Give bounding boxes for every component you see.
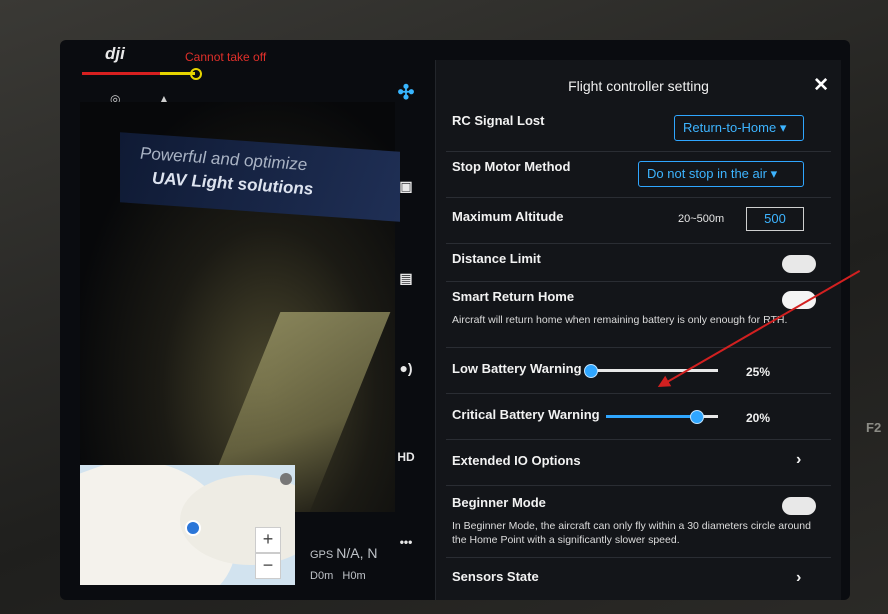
low-battery-slider[interactable] bbox=[584, 364, 718, 378]
max-altitude-range: 20~500m bbox=[678, 213, 725, 225]
gps-label: GPS bbox=[310, 549, 334, 561]
camera-icon[interactable]: ▣ bbox=[394, 178, 418, 195]
beginner-mode-row: Beginner Mode In Beginner Mode, the airc… bbox=[446, 485, 831, 558]
gps-readout: GPS N/A, N bbox=[310, 545, 378, 561]
low-battery-row: Low Battery Warning 25% bbox=[446, 347, 831, 394]
distance-limit-toggle[interactable] bbox=[782, 255, 816, 273]
chevron-right-icon: › bbox=[796, 451, 802, 468]
rc-signal-lost-label: RC Signal Lost bbox=[452, 113, 545, 128]
beginner-mode-toggle[interactable] bbox=[782, 497, 816, 515]
critical-battery-row: Critical Battery Warning 20% bbox=[446, 393, 831, 440]
critical-battery-value: 20% bbox=[746, 411, 771, 425]
distance-unit: m bbox=[324, 570, 334, 582]
sensors-state-label: Sensors State bbox=[452, 569, 539, 584]
stop-motor-row: Stop Motor Method Do not stop in the air… bbox=[446, 151, 831, 198]
stop-motor-dropdown[interactable]: Do not stop in the air ▾ bbox=[638, 161, 804, 187]
extended-io-row[interactable]: Extended IO Options › bbox=[446, 439, 831, 486]
camera-view[interactable]: Powerful and optimize UAV Light solution… bbox=[80, 102, 400, 512]
beginner-mode-description: In Beginner Mode, the aircraft can only … bbox=[452, 520, 811, 546]
gps-value: N/A, N bbox=[336, 545, 378, 561]
height-unit: m bbox=[356, 570, 366, 582]
beginner-mode-label: Beginner Mode bbox=[452, 495, 546, 510]
zoom-in-button[interactable]: + bbox=[255, 527, 281, 553]
chevron-down-icon: ▾ bbox=[770, 166, 778, 181]
distance-limit-label: Distance Limit bbox=[452, 251, 541, 266]
dji-logo: dji bbox=[105, 44, 125, 63]
smart-rth-description: Aircraft will return home when remaining… bbox=[452, 314, 788, 326]
max-altitude-label: Maximum Altitude bbox=[452, 209, 564, 224]
battery-icon[interactable]: ▤ bbox=[394, 270, 418, 287]
extended-io-label: Extended IO Options bbox=[452, 453, 581, 468]
smart-rth-label: Smart Return Home bbox=[452, 289, 575, 304]
signal-marker bbox=[190, 68, 202, 80]
more-settings-icon[interactable]: ••• bbox=[394, 535, 418, 549]
critical-battery-label: Critical Battery Warning bbox=[452, 407, 600, 422]
distance-label: D bbox=[310, 570, 318, 582]
sensors-state-row[interactable]: Sensors State › bbox=[446, 557, 831, 599]
low-battery-label: Low Battery Warning bbox=[452, 361, 582, 376]
low-battery-value: 25% bbox=[746, 365, 771, 379]
remote-controller-frame: dji Cannot take off ◎ ▲ Powerful and opt… bbox=[0, 0, 888, 614]
critical-battery-slider-handle[interactable] bbox=[689, 410, 704, 424]
takeoff-status[interactable]: Cannot take off bbox=[185, 50, 266, 64]
map-compass-icon[interactable] bbox=[280, 473, 292, 485]
low-battery-slider-handle[interactable] bbox=[584, 364, 598, 378]
panel-title: Flight controller setting bbox=[568, 78, 709, 94]
stop-motor-value: Do not stop in the air bbox=[647, 166, 767, 181]
critical-battery-slider-fill bbox=[606, 415, 696, 418]
device-label: F2 bbox=[866, 420, 882, 435]
app-screen: dji Cannot take off ◎ ▲ Powerful and opt… bbox=[60, 40, 850, 600]
mini-map[interactable]: + − bbox=[80, 465, 295, 585]
max-altitude-input[interactable]: 500 bbox=[746, 207, 804, 231]
banner-sign: Powerful and optimize UAV Light solution… bbox=[120, 132, 400, 222]
stop-motor-label: Stop Motor Method bbox=[452, 159, 571, 174]
hd-transmission-button[interactable]: HD bbox=[394, 450, 418, 464]
critical-battery-slider[interactable] bbox=[606, 410, 718, 424]
aircraft-position-marker bbox=[185, 520, 201, 536]
chevron-right-icon: › bbox=[796, 569, 802, 586]
rc-signal-lost-value: Return-to-Home bbox=[683, 120, 777, 135]
distance-height-readout: D0m H0m bbox=[310, 570, 366, 582]
settings-toolbar: ✣ ▣ ▤ ●) HD ••• bbox=[390, 80, 420, 560]
smart-rth-row: Smart Return Home Aircraft will return h… bbox=[446, 281, 831, 348]
chevron-down-icon: ▾ bbox=[779, 120, 787, 135]
status-bar: dji Cannot take off ◎ ▲ bbox=[60, 40, 420, 106]
rc-signal-icon[interactable]: ●) bbox=[394, 360, 418, 376]
distance-limit-row: Distance Limit bbox=[446, 243, 831, 282]
close-icon[interactable]: ✕ bbox=[813, 74, 829, 97]
max-altitude-row: Maximum Altitude 20~500m 500 bbox=[446, 197, 831, 244]
rc-signal-lost-dropdown[interactable]: Return-to-Home ▾ bbox=[674, 115, 804, 141]
zoom-out-button[interactable]: − bbox=[255, 553, 281, 579]
rc-signal-lost-row: RC Signal Lost Return-to-Home ▾ bbox=[446, 105, 831, 152]
flight-controller-panel: Flight controller setting ✕ RC Signal Lo… bbox=[435, 60, 841, 600]
aircraft-settings-icon[interactable]: ✣ bbox=[394, 80, 418, 105]
